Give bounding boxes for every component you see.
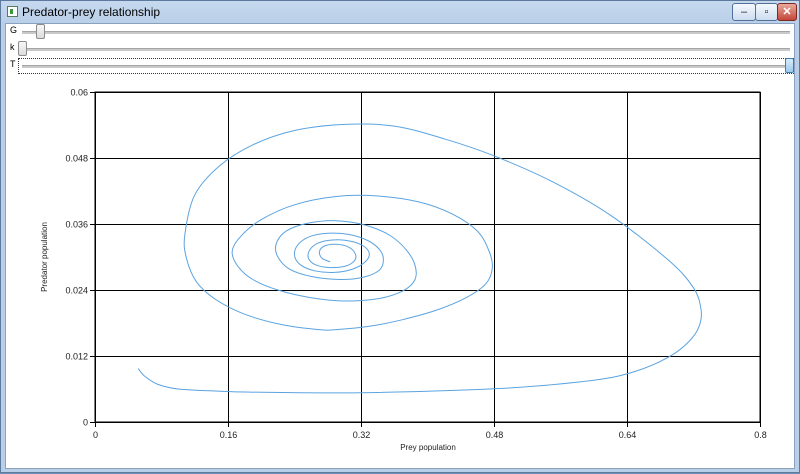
grid-lines [90, 91, 761, 427]
y-axis-label: Predator population [40, 222, 49, 292]
x-tick-label: 0 [93, 430, 98, 440]
x-tick-label: 0.48 [486, 430, 504, 440]
y-tick-label: 0 [83, 418, 88, 428]
x-tick-label: 0.64 [619, 430, 637, 440]
y-tick-label: 0.024 [65, 286, 88, 296]
x-tick-label: 0.32 [353, 430, 371, 440]
tick-labels: 0 0.16 0.32 0.48 0.64 0.8 0 0.012 0.024 0.036 0.04… [65, 88, 766, 441]
y-tick-label: 0.06 [70, 88, 88, 98]
phase-plot-chart: 0 0.16 0.32 0.48 0.64 0.8 0 0.012 0.024 0.036 0.04… [40, 88, 767, 453]
app-window: Predator-prey relationship – ▫ ✕ G k T 0… [0, 0, 800, 473]
y-tick-label: 0.048 [65, 154, 88, 164]
series-layer [137, 123, 702, 394]
x-tick-label: 0.16 [220, 430, 238, 440]
x-axis-label: Prey population [400, 443, 456, 452]
trajectory-line [137, 123, 702, 394]
x-tick-label: 0.8 [754, 430, 767, 440]
plot-frame [94, 91, 761, 423]
y-tick-label: 0.012 [65, 352, 88, 362]
y-tick-label: 0.036 [65, 220, 88, 230]
